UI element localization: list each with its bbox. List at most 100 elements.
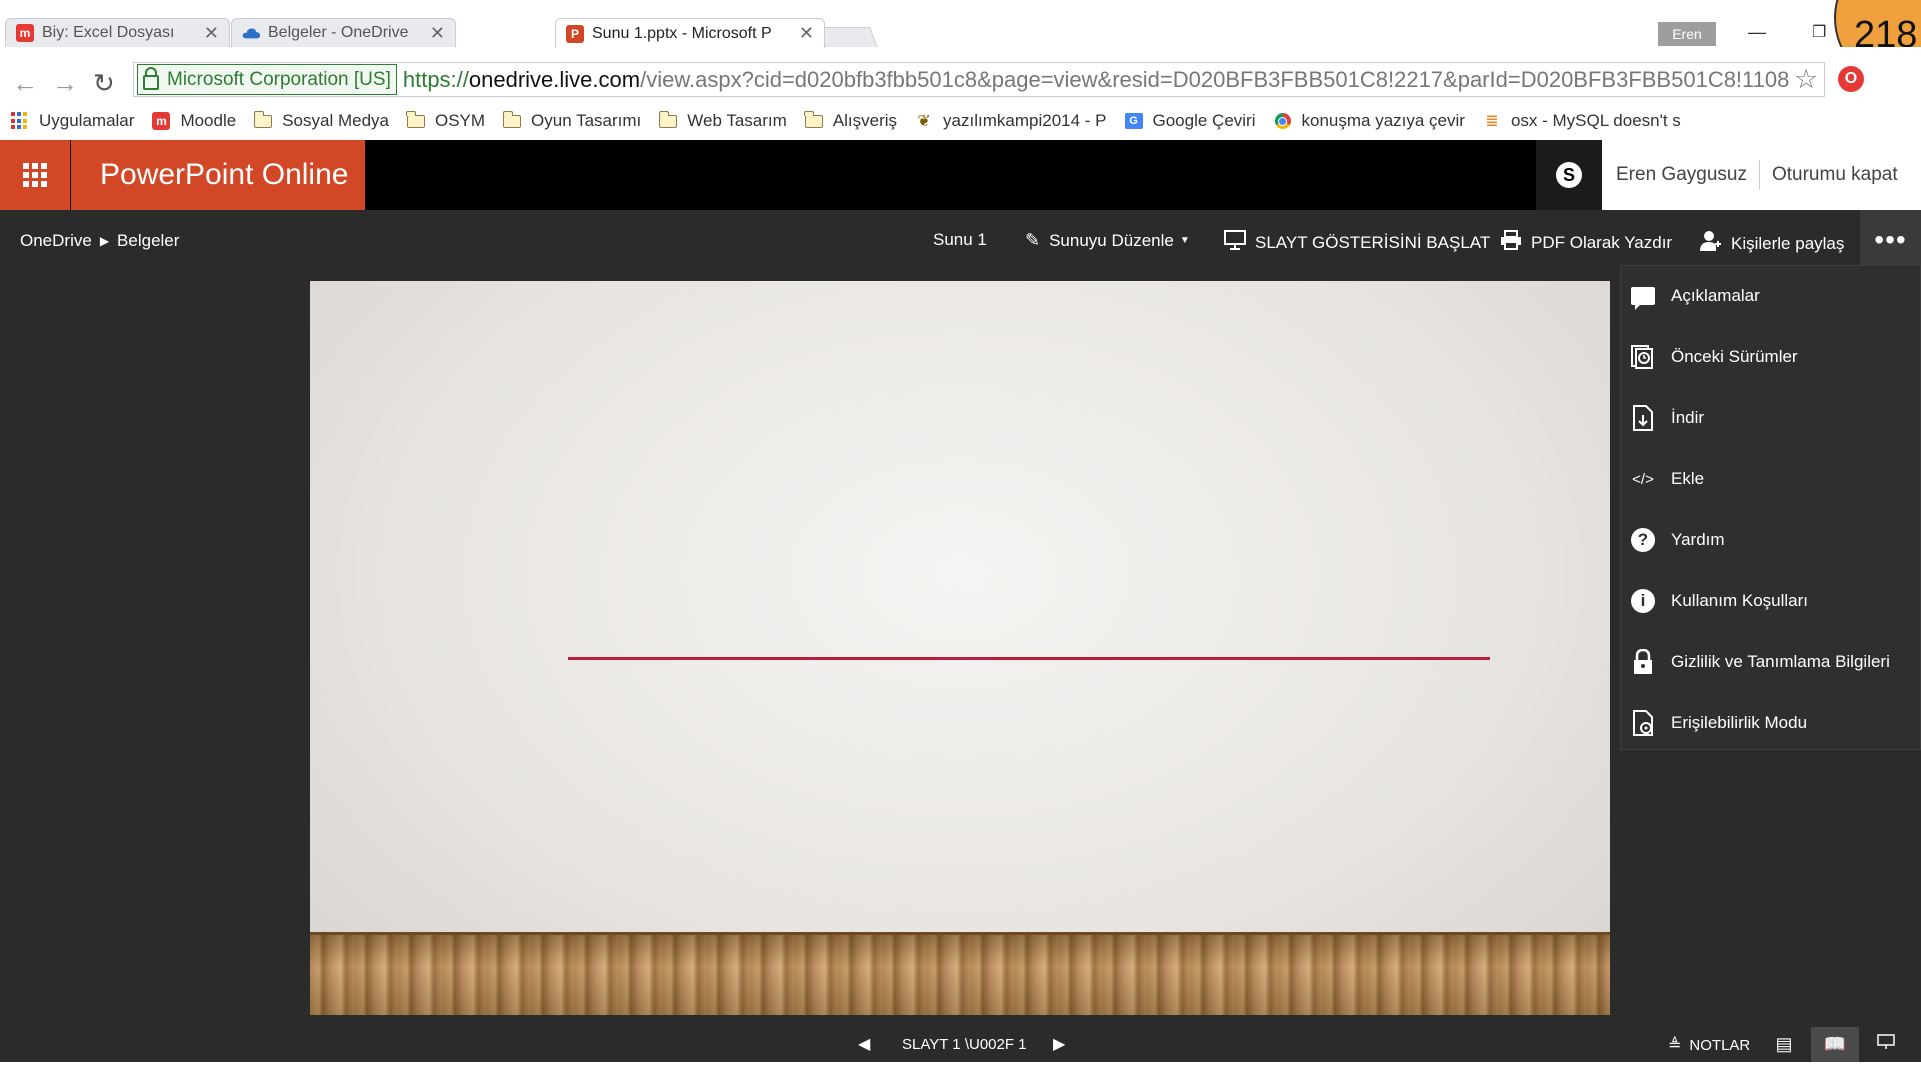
folder-icon [658, 110, 678, 129]
edit-presentation-button[interactable]: ✎ Sunuyu Düzenle ▼ [1025, 230, 1190, 251]
normal-view-button[interactable]: ▤ [1760, 1027, 1808, 1062]
bookmark-label: yazılımkampi2014 - P [943, 111, 1107, 130]
close-icon[interactable]: ✕ [204, 23, 219, 44]
menu-item-accessibility[interactable]: Erişilebilirlik Modu [1629, 703, 1807, 743]
close-icon[interactable]: ✕ [799, 23, 814, 44]
notes-button[interactable]: ≜ NOTLAR [1668, 1035, 1750, 1055]
minimize-icon[interactable]: — [1748, 22, 1766, 43]
google-translate-icon: G [1124, 113, 1144, 129]
download-icon [1629, 404, 1657, 432]
app-title[interactable]: PowerPoint Online [71, 140, 365, 210]
menu-item-label: Ekle [1671, 469, 1705, 488]
share-button[interactable]: Kişilerle paylaş [1700, 230, 1844, 257]
bookmark-item[interactable]: ≣ osx - MySQL doesn't s [1482, 111, 1681, 131]
sign-out-link[interactable]: Oturumu kapat [1772, 164, 1898, 186]
tab-title: Sunu 1.pptx - Microsoft P [592, 24, 772, 42]
breadcrumb-belgeler[interactable]: Belgeler [117, 231, 179, 251]
bookmark-label: Web Tasarım [687, 111, 787, 130]
folder-icon [253, 110, 273, 129]
security-indicator[interactable]: Microsoft Corporation [US] [137, 64, 397, 95]
bookmark-item[interactable]: Oyun Tasarımı [502, 110, 641, 131]
onedrive-cloud-icon [242, 24, 260, 42]
menu-item-download[interactable]: İndir [1629, 398, 1704, 438]
breadcrumb-onedrive[interactable]: OneDrive [20, 231, 92, 251]
bookmark-label: OSYM [434, 111, 486, 130]
start-slideshow-button[interactable]: SLAYT GÖSTERİSİNİ BAŞLAT [1224, 230, 1490, 255]
edit-label: Sunuyu Düzenle [1049, 230, 1174, 250]
folder-icon [502, 110, 522, 129]
normal-view-icon: ▤ [1775, 1034, 1793, 1054]
profile-button[interactable]: Eren [1658, 22, 1716, 46]
wood-floor-background [310, 932, 1610, 1015]
next-slide-icon[interactable]: ▶ [1053, 1034, 1065, 1054]
browser-tab-excel[interactable]: m Biy: Excel Dosyası ✕ [5, 18, 230, 47]
info-icon: i [1629, 587, 1657, 615]
bookmark-item[interactable]: Web Tasarım [658, 110, 787, 131]
menu-item-embed[interactable]: </> Ekle [1629, 459, 1704, 499]
slide-canvas[interactable] [310, 281, 1610, 1015]
tab-title: Belgeler - OneDrive [268, 24, 409, 41]
waffle-icon [23, 163, 47, 187]
menu-item-label: Yardım [1671, 530, 1725, 549]
reading-view-button[interactable]: 📖 [1811, 1027, 1859, 1062]
menu-item-privacy[interactable]: Gizlilik ve Tanımlama Bilgileri [1629, 642, 1890, 682]
status-bar: ◀ SLAYT 1 \U002F 1 ▶ ≜ NOTLAR [0, 1027, 1921, 1062]
menu-item-comments[interactable]: Açıklamalar [1629, 276, 1760, 316]
more-options-button[interactable]: ••• [1860, 210, 1921, 270]
browser-tab-strip: m Biy: Excel Dosyası ✕ Belgeler - OneDri… [0, 0, 1921, 48]
bookmark-item[interactable]: Sosyal Medya [253, 110, 389, 131]
bookmark-item[interactable]: m Moodle [151, 111, 236, 131]
bookmark-item[interactable]: ❦ yazılımkampi2014 - P [914, 111, 1106, 131]
pdf-label: PDF Olarak Yazdır [1531, 232, 1673, 252]
breadcrumb: OneDrive ▶ Belgeler [20, 231, 179, 251]
accessibility-icon [1629, 709, 1657, 737]
url-path: /view.aspx?cid=d020bfb3fbb501c8&page=vie… [640, 66, 1790, 92]
bookmark-star-icon[interactable]: ☆ [1794, 64, 1818, 95]
bookmark-item[interactable]: Alışveriş [804, 110, 897, 131]
bookmarks-bar: Uygulamalar m Moodle Sosyal Medya OSYM O… [0, 105, 1921, 137]
notes-icon: ≜ [1668, 1037, 1682, 1054]
browser-tab-powerpoint[interactable]: P Sunu 1.pptx - Microsoft P ✕ [555, 18, 825, 48]
slideshow-view-button[interactable] [1862, 1027, 1910, 1062]
url-host: onedrive.live.com [468, 66, 641, 92]
document-title[interactable]: Sunu 1 [933, 230, 987, 250]
bookmark-item[interactable]: Uygulamalar [10, 111, 134, 131]
forward-icon[interactable]: → [52, 68, 78, 99]
reload-icon[interactable]: ↻ [93, 68, 115, 99]
opera-extension-icon[interactable]: O [1838, 66, 1864, 92]
new-tab-button[interactable] [818, 27, 878, 48]
bookmark-label: Moodle [180, 111, 237, 130]
print-pdf-button[interactable]: PDF Olarak Yazdır [1500, 230, 1672, 255]
menu-item-terms[interactable]: i Kullanım Koşulları [1629, 581, 1808, 621]
bookmark-label: konuşma yazıya çevir [1301, 111, 1465, 130]
app-launcher-button[interactable] [0, 140, 70, 210]
printer-icon [1500, 230, 1522, 255]
folder-icon [406, 110, 426, 129]
restore-icon[interactable]: ❐ [1812, 22, 1826, 42]
back-icon[interactable]: ← [12, 68, 38, 99]
close-icon[interactable]: ✕ [430, 23, 445, 44]
breadcrumb-separator-icon: ▶ [99, 234, 110, 248]
slideshow-icon [1224, 230, 1246, 255]
skype-button[interactable]: S [1536, 140, 1602, 210]
comment-icon [1629, 282, 1657, 310]
help-icon: ? [1629, 526, 1657, 554]
menu-item-label: Açıklamalar [1671, 286, 1760, 305]
page-bottom-edge [0, 1062, 1921, 1080]
address-bar[interactable]: Microsoft Corporation [US] https://onedr… [133, 62, 1825, 97]
menu-item-previous-versions[interactable]: Önceki Sürümler [1629, 337, 1798, 377]
user-name[interactable]: Eren Gaygusuz [1616, 164, 1747, 186]
menu-item-label: Erişilebilirlik Modu [1671, 713, 1808, 732]
previous-slide-icon[interactable]: ◀ [858, 1034, 870, 1054]
browser-tab-onedrive[interactable]: Belgeler - OneDrive ✕ [231, 18, 456, 47]
slideshow-label: SLAYT GÖSTERİSİNİ BAŞLAT [1255, 232, 1491, 252]
menu-item-help[interactable]: ? Yardım [1629, 520, 1725, 560]
bookmark-item[interactable]: G Google Çeviri [1124, 111, 1256, 131]
bookmark-label: Google Çeviri [1152, 111, 1256, 130]
url-text[interactable]: https://onedrive.live.com/view.aspx?cid=… [403, 67, 1824, 93]
powerpoint-icon: P [566, 24, 584, 43]
bookmark-item[interactable]: konuşma yazıya çevir [1273, 111, 1465, 131]
chevron-down-icon: ▼ [1179, 235, 1190, 246]
bookmark-item[interactable]: OSYM [406, 110, 486, 131]
menu-item-label: Kullanım Koşulları [1671, 591, 1809, 610]
